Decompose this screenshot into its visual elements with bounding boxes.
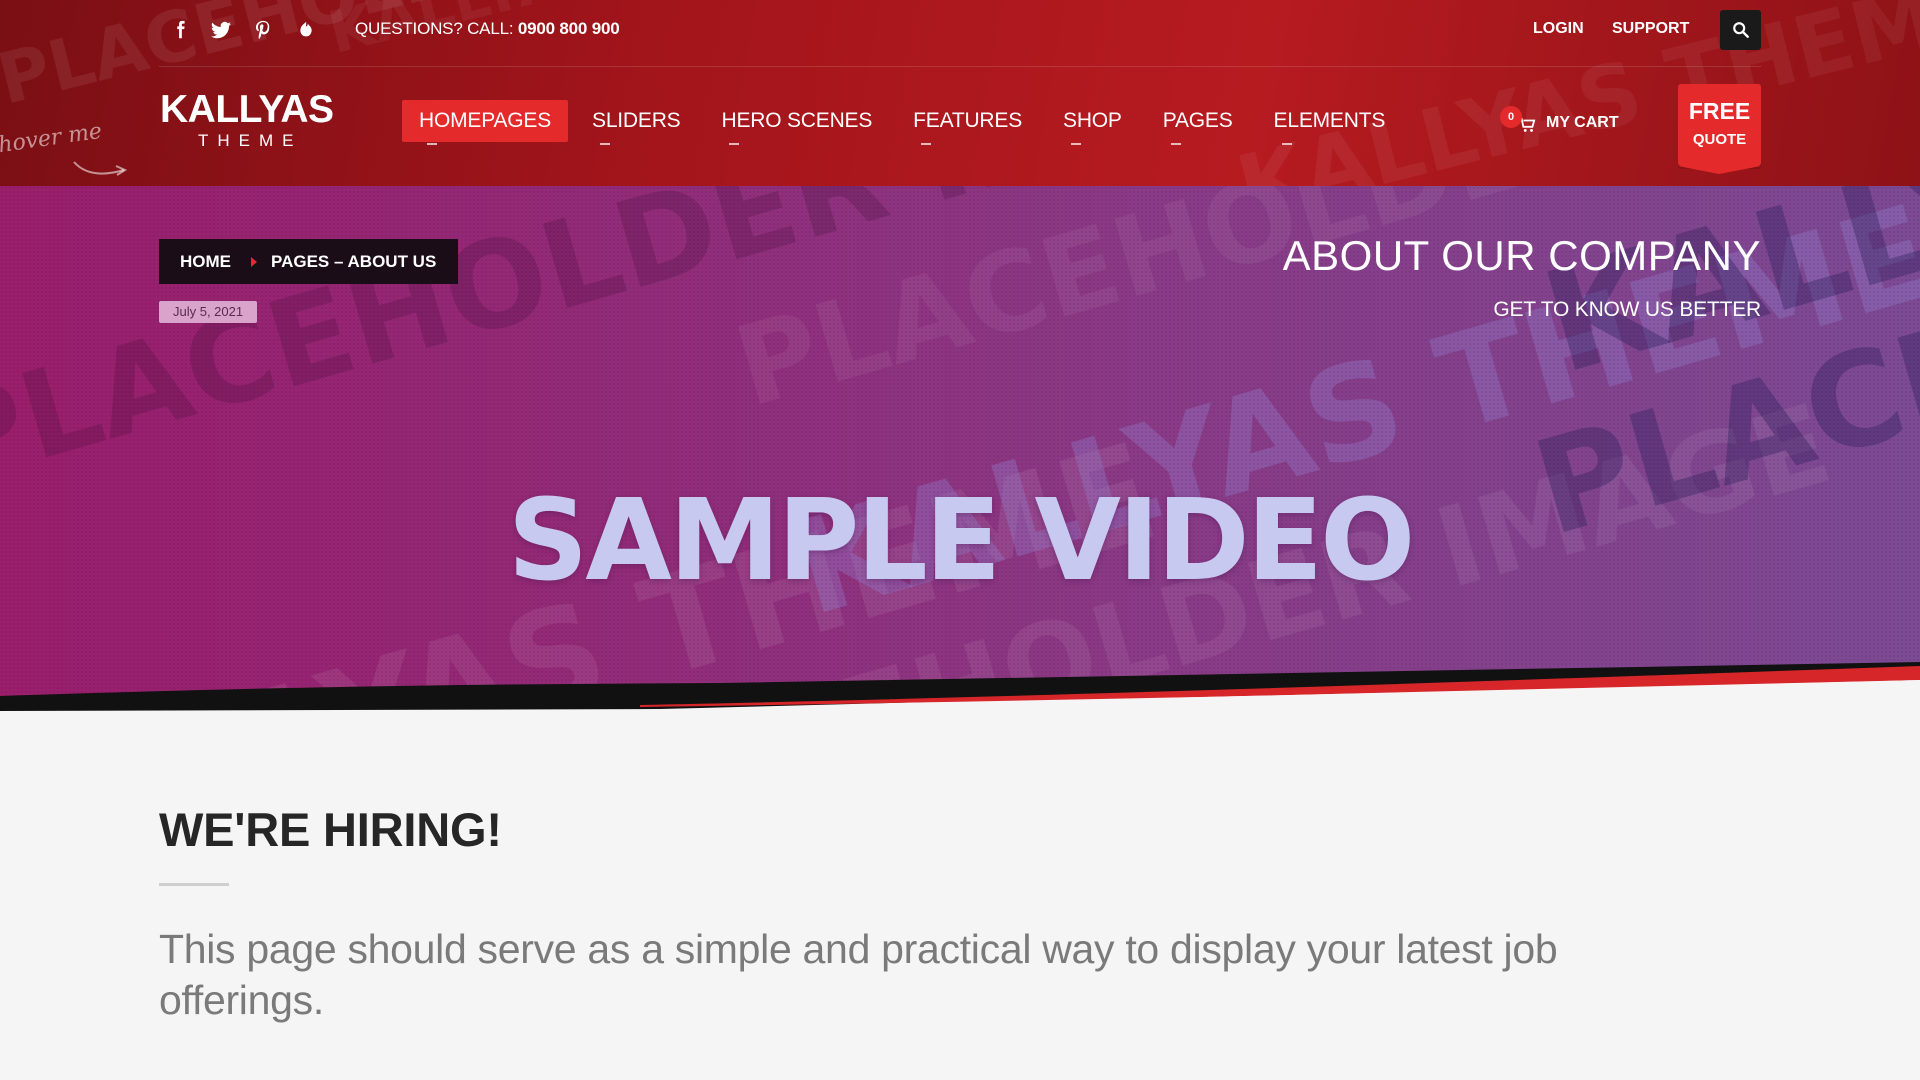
nav-dash xyxy=(1071,143,1082,145)
search-button[interactable] xyxy=(1720,10,1761,50)
nav-label: FEATURES xyxy=(913,109,1023,132)
curved-arrow-icon xyxy=(73,161,128,176)
section-title: WE'RE HIRING! xyxy=(159,803,502,856)
main-nav: HOMEPAGES SLIDERS HERO SCENES FEATURES S… xyxy=(402,100,1409,145)
nav-label: HOMEPAGES xyxy=(419,109,552,132)
twitter-icon[interactable] xyxy=(208,17,234,43)
contact-prefix: QUESTIONS? CALL: xyxy=(355,19,518,38)
quote-line1: FREE xyxy=(1688,98,1751,124)
nav-item-homepages[interactable]: HOMEPAGES xyxy=(402,100,569,145)
hover-hint: hover me xyxy=(0,118,104,159)
free-quote-button[interactable]: FREE QUOTE xyxy=(1678,84,1761,174)
pinterest-icon[interactable] xyxy=(250,17,276,43)
nav-item-pages[interactable]: PAGES xyxy=(1146,100,1250,145)
page-hero: PLACEHOLDER IMAGE PLACEHOLDER IMAGE KALL… xyxy=(0,186,1920,726)
nav-label: SHOP xyxy=(1063,109,1122,132)
support-link[interactable]: SUPPORT xyxy=(1612,20,1689,38)
logo-brand: KALLYAS xyxy=(160,88,334,131)
topbar-divider xyxy=(159,66,1761,67)
nav-dash xyxy=(427,143,437,145)
page: PLACEHOLDER IMAGE KALLYAS THEME KALLYAS … xyxy=(0,0,1920,1080)
site-header: PLACEHOLDER IMAGE KALLYAS THEME KALLYAS … xyxy=(0,0,1920,186)
site-logo[interactable]: KALLYAS THEME xyxy=(160,90,334,151)
contact-phone[interactable]: 0900 800 900 xyxy=(518,19,620,38)
nav-label: SLIDERS xyxy=(592,109,681,132)
nav-label: ELEMENTS xyxy=(1273,109,1386,132)
nav-dash xyxy=(1170,143,1181,145)
nav-item-elements[interactable]: ELEMENTS xyxy=(1257,100,1403,145)
quote-line2: QUOTE xyxy=(1692,131,1747,148)
nav-dash xyxy=(600,143,611,145)
hero-bottom-swoosh xyxy=(0,662,1920,726)
contact-info: QUESTIONS? CALL: 0900 800 900 xyxy=(355,19,620,39)
nav-item-sliders[interactable]: SLIDERS xyxy=(575,100,697,145)
cart-label: MY CART xyxy=(1546,114,1619,131)
nav-dash xyxy=(1281,143,1292,145)
login-link[interactable]: LOGIN xyxy=(1533,20,1584,38)
cart-count-badge: 0 xyxy=(1500,106,1522,128)
cart-button[interactable]: 0 MY CART xyxy=(1500,104,1619,138)
nav-item-hero-scenes[interactable]: HERO SCENES xyxy=(704,100,889,145)
nav-item-shop[interactable]: SHOP xyxy=(1046,100,1139,145)
section-title-underline xyxy=(159,883,229,886)
nav-dash xyxy=(729,143,740,145)
nav-label: PAGES xyxy=(1162,109,1233,132)
logo-subtitle: THEME xyxy=(198,131,303,150)
leaf-icon[interactable] xyxy=(293,17,319,43)
nav-item-features[interactable]: FEATURES xyxy=(896,100,1039,145)
facebook-icon[interactable] xyxy=(167,17,193,43)
nav-label: HERO SCENES xyxy=(721,109,873,132)
search-icon xyxy=(1732,22,1749,38)
section-text: This page should serve as a simple and p… xyxy=(159,926,1558,1023)
nav-dash xyxy=(921,143,932,145)
